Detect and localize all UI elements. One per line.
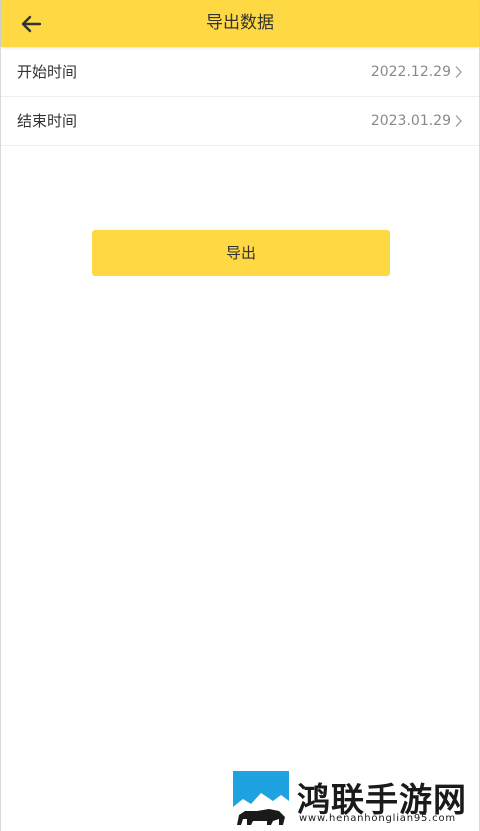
end-time-value: 2023.01.29 <box>370 113 451 129</box>
end-time-row[interactable]: 结束时间 2023.01.29 <box>1 97 479 146</box>
end-time-label: 结束时间 <box>17 112 78 130</box>
app-bar: 导出数据 <box>1 0 479 47</box>
start-time-label: 开始时间 <box>17 63 78 81</box>
chevron-right-icon <box>455 66 462 78</box>
chevron-right-icon <box>455 115 462 127</box>
export-button[interactable]: 导出 <box>92 230 390 276</box>
bull-logo-icon <box>233 771 289 827</box>
watermark: 鸿联手游网 www.henanhonglian95.com <box>233 771 473 829</box>
start-time-row[interactable]: 开始时间 2022.12.29 <box>1 48 479 97</box>
watermark-url: www.henanhonglian95.com <box>299 813 456 824</box>
start-time-value: 2022.12.29 <box>370 64 451 80</box>
page-title: 导出数据 <box>206 13 274 33</box>
